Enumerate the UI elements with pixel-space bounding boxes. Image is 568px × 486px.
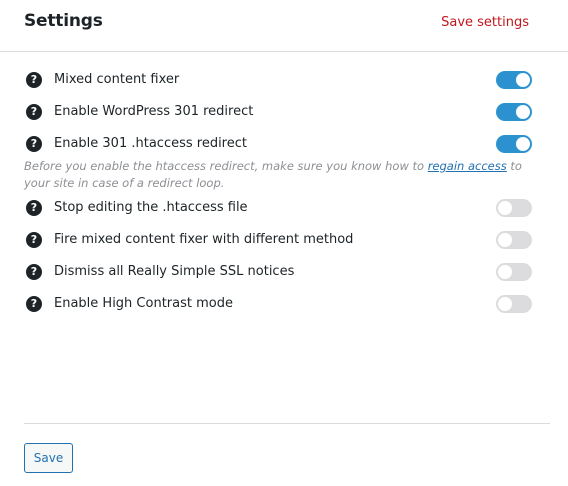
setting-label: Dismiss all Really Simple SSL notices: [54, 264, 295, 279]
setting-label: Enable WordPress 301 redirect: [54, 104, 254, 119]
regain-access-link[interactable]: regain access: [428, 159, 507, 173]
toggle-switch[interactable]: [496, 295, 532, 313]
page-title: Settings: [24, 11, 103, 31]
htaccess-notice: Before you enable the htaccess redirect,…: [0, 158, 568, 190]
setting-label: Enable High Contrast mode: [54, 296, 233, 311]
toggle-switch[interactable]: [496, 263, 532, 281]
setting-label: Enable 301 .htaccess redirect: [54, 136, 247, 151]
toggle-switch[interactable]: [496, 135, 532, 153]
notice-text-before: Before you enable the htaccess redirect,…: [24, 159, 428, 173]
save-button[interactable]: Save: [24, 443, 73, 473]
toggle-knob: [516, 137, 530, 151]
help-icon[interactable]: ?: [26, 104, 42, 120]
setting-label: Stop editing the .htaccess file: [54, 200, 248, 215]
toggle-switch[interactable]: [496, 71, 532, 89]
setting-row-htaccess-redirect: ? Enable 301 .htaccess redirect: [0, 128, 568, 160]
toggle-knob: [498, 233, 512, 247]
setting-row-stop-editing-htaccess: ? Stop editing the .htaccess file: [0, 192, 568, 224]
toggle-knob: [498, 297, 512, 311]
setting-row-dismiss-notices: ? Dismiss all Really Simple SSL notices: [0, 256, 568, 288]
setting-label: Mixed content fixer: [54, 72, 180, 87]
toggle-knob: [516, 105, 530, 119]
toggle-switch[interactable]: [496, 199, 532, 217]
toggle-switch[interactable]: [496, 103, 532, 121]
help-icon[interactable]: ?: [26, 72, 42, 88]
settings-list: ? Mixed content fixer ? Enable WordPress…: [0, 64, 568, 320]
help-icon[interactable]: ?: [26, 200, 42, 216]
toggle-knob: [498, 265, 512, 279]
toggle-knob: [516, 73, 530, 87]
setting-row-mixed-content-fixer: ? Mixed content fixer: [0, 64, 568, 96]
help-icon[interactable]: ?: [26, 296, 42, 312]
toggle-switch[interactable]: [496, 231, 532, 249]
settings-panel: Settings Save settings ? Mixed content f…: [0, 0, 568, 486]
setting-row-mixed-content-different-method: ? Fire mixed content fixer with differen…: [0, 224, 568, 256]
toggle-knob: [498, 201, 512, 215]
setting-label: Fire mixed content fixer with different …: [54, 232, 354, 247]
help-icon[interactable]: ?: [26, 264, 42, 280]
settings-header: Settings Save settings: [0, 0, 568, 52]
setting-row-wordpress-301-redirect: ? Enable WordPress 301 redirect: [0, 96, 568, 128]
save-settings-link[interactable]: Save settings: [441, 15, 529, 30]
help-icon[interactable]: ?: [26, 232, 42, 248]
setting-row-high-contrast: ? Enable High Contrast mode: [0, 288, 568, 320]
footer-divider: [24, 423, 550, 424]
help-icon[interactable]: ?: [26, 136, 42, 152]
